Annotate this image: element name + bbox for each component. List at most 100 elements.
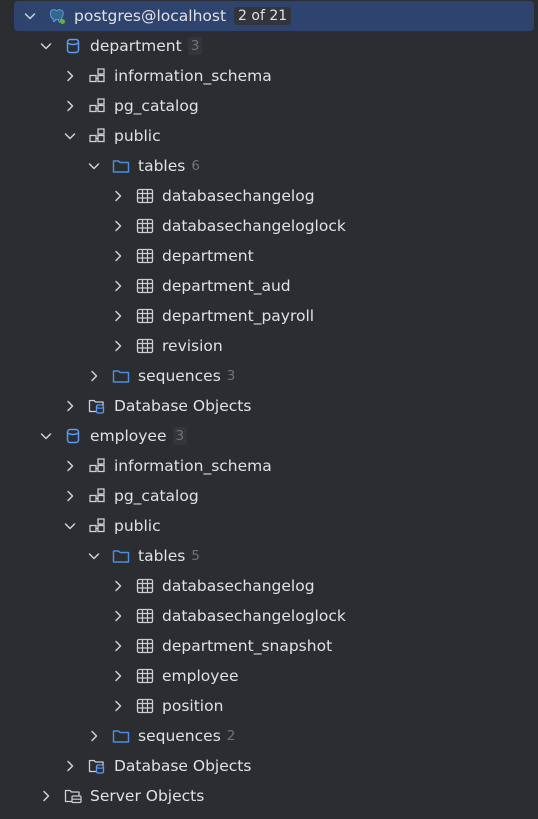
chevron-right-icon[interactable]: [62, 758, 78, 774]
table-icon: [136, 247, 154, 265]
table-row[interactable]: databasechangeloglock: [0, 601, 538, 631]
table-icon: [136, 607, 154, 625]
table-icon: [136, 577, 154, 595]
chevron-down-icon[interactable]: [22, 8, 38, 24]
chevron-right-icon[interactable]: [62, 98, 78, 114]
schema-row[interactable]: public: [0, 121, 538, 151]
table-label: department_payroll: [162, 307, 315, 325]
sequences-count: 2: [226, 728, 236, 744]
sequences-label: sequences: [138, 727, 221, 745]
schema-icon: [88, 67, 106, 85]
chevron-right-icon[interactable]: [110, 638, 126, 654]
chevron-right-icon[interactable]: [62, 458, 78, 474]
server-objects-label: Server Objects: [90, 787, 205, 805]
table-label: department_snapshot: [162, 637, 333, 655]
folder-icon: [112, 157, 130, 175]
table-row[interactable]: department_aud: [0, 271, 538, 301]
table-row[interactable]: databasechangelog: [0, 571, 538, 601]
database-icon: [64, 37, 82, 55]
chevron-right-icon[interactable]: [110, 188, 126, 204]
tables-label: tables: [138, 157, 186, 175]
chevron-right-icon[interactable]: [110, 608, 126, 624]
chevron-right-icon[interactable]: [86, 728, 102, 744]
chevron-down-icon[interactable]: [86, 158, 102, 174]
table-label: databasechangelog: [162, 577, 315, 595]
chevron-right-icon[interactable]: [110, 668, 126, 684]
schema-row[interactable]: information_schema: [0, 451, 538, 481]
table-icon: [136, 337, 154, 355]
table-row[interactable]: databasechangeloglock: [0, 211, 538, 241]
server-objects-icon: [64, 787, 82, 805]
table-icon: [136, 277, 154, 295]
folder-icon: [112, 367, 130, 385]
chevron-down-icon[interactable]: [38, 428, 54, 444]
chevron-right-icon[interactable]: [110, 698, 126, 714]
tables-folder-row[interactable]: tables 6: [0, 151, 538, 181]
table-label: department_aud: [162, 277, 291, 295]
folder-icon: [112, 547, 130, 565]
schema-row[interactable]: pg_catalog: [0, 91, 538, 121]
schema-row[interactable]: pg_catalog: [0, 481, 538, 511]
table-row[interactable]: revision: [0, 331, 538, 361]
schema-icon: [88, 517, 106, 535]
tables-count: 5: [191, 548, 200, 564]
table-row[interactable]: department: [0, 241, 538, 271]
table-icon: [136, 697, 154, 715]
database-label: department: [90, 37, 182, 55]
table-label: employee: [162, 667, 239, 685]
schema-label: pg_catalog: [114, 487, 199, 505]
sequences-folder-row[interactable]: sequences 2: [0, 721, 538, 751]
table-row[interactable]: databasechangelog: [0, 181, 538, 211]
table-label: position: [162, 697, 224, 715]
table-row[interactable]: position: [0, 691, 538, 721]
schema-label: information_schema: [114, 457, 272, 475]
database-objects-icon: [88, 757, 106, 775]
chevron-right-icon[interactable]: [62, 68, 78, 84]
chevron-right-icon[interactable]: [110, 338, 126, 354]
database-objects-row[interactable]: Database Objects: [0, 391, 538, 421]
chevron-right-icon[interactable]: [110, 248, 126, 264]
table-label: databasechangeloglock: [162, 607, 346, 625]
chevron-down-icon[interactable]: [62, 128, 78, 144]
datasource-badge: 2 of 21: [234, 7, 292, 25]
chevron-right-icon[interactable]: [62, 488, 78, 504]
chevron-down-icon[interactable]: [86, 548, 102, 564]
tables-folder-row[interactable]: tables 5: [0, 541, 538, 571]
table-icon: [136, 637, 154, 655]
table-icon: [136, 217, 154, 235]
chevron-right-icon[interactable]: [110, 578, 126, 594]
schema-icon: [88, 457, 106, 475]
database-employee-row[interactable]: employee 3: [0, 421, 538, 451]
chevron-down-icon[interactable]: [62, 518, 78, 534]
schema-label: public: [114, 127, 161, 145]
table-label: databasechangelog: [162, 187, 315, 205]
database-objects-icon: [88, 397, 106, 415]
tables-label: tables: [138, 547, 186, 565]
sequences-count: 3: [226, 368, 236, 384]
table-icon: [136, 187, 154, 205]
database-objects-row[interactable]: Database Objects: [0, 751, 538, 781]
server-objects-row[interactable]: Server Objects: [0, 781, 538, 811]
schema-label: public: [114, 517, 161, 535]
database-objects-label: Database Objects: [114, 757, 252, 775]
sequences-folder-row[interactable]: sequences 3: [0, 361, 538, 391]
chevron-right-icon[interactable]: [110, 278, 126, 294]
chevron-right-icon[interactable]: [110, 218, 126, 234]
table-row[interactable]: employee: [0, 661, 538, 691]
schema-row[interactable]: information_schema: [0, 61, 538, 91]
table-row[interactable]: department_snapshot: [0, 631, 538, 661]
table-label: revision: [162, 337, 223, 355]
chevron-right-icon[interactable]: [86, 368, 102, 384]
schema-label: pg_catalog: [114, 97, 199, 115]
datasource-root-row[interactable]: postgres@localhost 2 of 21: [14, 1, 534, 31]
chevron-right-icon[interactable]: [62, 398, 78, 414]
postgres-icon: [48, 7, 66, 25]
database-label: employee: [90, 427, 167, 445]
chevron-down-icon[interactable]: [38, 38, 54, 54]
chevron-right-icon[interactable]: [110, 308, 126, 324]
database-department-row[interactable]: department 3: [0, 31, 538, 61]
schema-label: information_schema: [114, 67, 272, 85]
chevron-right-icon[interactable]: [38, 788, 54, 804]
schema-row[interactable]: public: [0, 511, 538, 541]
table-row[interactable]: department_payroll: [0, 301, 538, 331]
